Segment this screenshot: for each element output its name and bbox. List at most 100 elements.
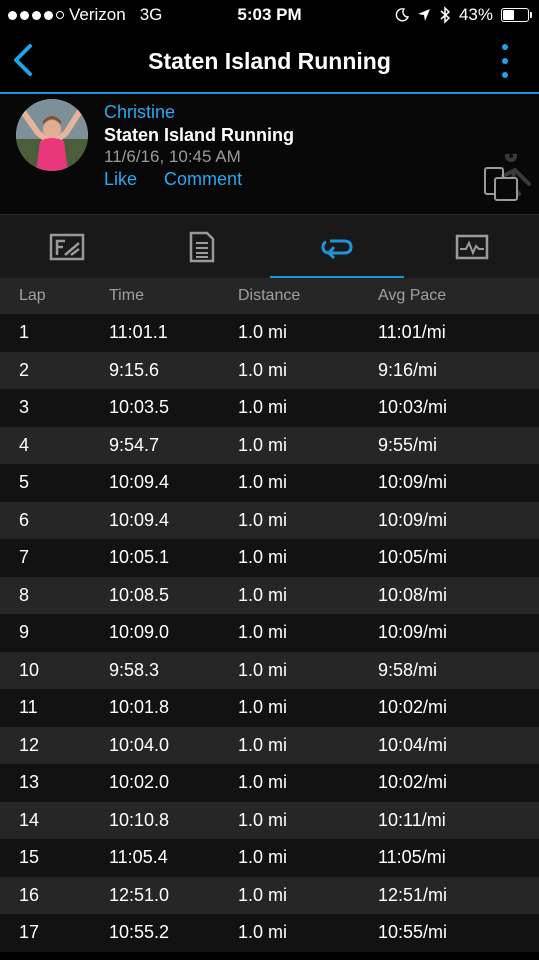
lap-number: 1 [19, 322, 30, 343]
table-row[interactable]: 5 10:09.4 1.0 mi 10:09/mi [0, 464, 539, 502]
header-time[interactable]: Time [109, 287, 144, 305]
lap-number: 16 [19, 884, 40, 905]
battery-percent: 43% [458, 5, 493, 24]
table-header: Lap Time Distance Avg Pace [0, 278, 539, 314]
lap-pace: 10:05/mi [378, 547, 448, 568]
lap-distance: 1.0 mi [238, 434, 288, 455]
tab-charts[interactable] [404, 215, 539, 279]
battery-icon [501, 8, 532, 22]
avatar-photo [16, 99, 88, 171]
lap-distance: 1.0 mi [238, 847, 288, 868]
lap-number: 10 [19, 659, 40, 680]
lap-distance: 1.0 mi [238, 697, 288, 718]
lap-time: 9:15.6 [109, 359, 160, 380]
activity-actions: Like Comment [104, 169, 264, 190]
lap-distance: 1.0 mi [238, 509, 288, 530]
lap-time: 10:10.8 [109, 809, 170, 830]
lap-distance: 1.0 mi [238, 884, 288, 905]
lap-number: 2 [19, 359, 30, 380]
lap-time: 10:08.5 [109, 584, 170, 605]
table-row[interactable]: 17 10:55.2 1.0 mi 10:55/mi [0, 914, 539, 952]
lap-distance: 1.0 mi [238, 322, 288, 343]
activity-date: 11/6/16, 10:45 AM [104, 147, 241, 166]
lap-distance: 1.0 mi [238, 359, 288, 380]
table-row[interactable]: 15 11:05.4 1.0 mi 11:05/mi [0, 839, 539, 877]
lap-time: 10:03.5 [109, 397, 170, 418]
lap-pace: 10:02/mi [378, 697, 448, 718]
header-avg-pace[interactable]: Avg Pace [378, 287, 446, 305]
table-row[interactable]: 11 10:01.8 1.0 mi 10:02/mi [0, 689, 539, 727]
lap-number: 12 [19, 734, 40, 755]
lap-time: 11:01.1 [109, 322, 168, 343]
table-row[interactable]: 3 10:03.5 1.0 mi 10:03/mi [0, 389, 539, 427]
lap-number: 4 [19, 434, 30, 455]
lap-number: 8 [19, 584, 30, 605]
laps-icon [321, 239, 353, 259]
lap-pace: 11:01/mi [378, 322, 446, 343]
table-row[interactable]: 16 12:51.0 1.0 mi 12:51/mi [0, 876, 539, 914]
sync-device-icon[interactable] [481, 154, 531, 206]
lap-pace: 9:58/mi [378, 659, 438, 680]
comment-button[interactable]: Comment [164, 169, 242, 189]
lap-time: 10:05.1 [109, 547, 170, 568]
lap-distance: 1.0 mi [238, 734, 288, 755]
lap-number: 17 [19, 922, 40, 943]
location-arrow-icon [417, 9, 430, 21]
table-row[interactable]: 13 10:02.0 1.0 mi 10:02/mi [0, 764, 539, 802]
tab-laps[interactable] [269, 215, 405, 279]
lap-pace: 10:09/mi [378, 509, 448, 530]
table-row[interactable]: 4 9:54.7 1.0 mi 9:55/mi [0, 426, 539, 464]
status-right: 43% [395, 5, 532, 25]
lap-number: 6 [19, 509, 30, 530]
tab-summary[interactable] [0, 215, 135, 279]
lap-time: 10:09.0 [109, 622, 170, 643]
page-title: Staten Island Running [148, 48, 391, 74]
lap-pace: 12:51/mi [378, 884, 448, 905]
table-row[interactable]: 6 10:09.4 1.0 mi 10:09/mi [0, 501, 539, 539]
lap-number: 11 [19, 697, 38, 718]
lap-pace: 9:16/mi [378, 359, 438, 380]
lap-time: 10:04.0 [109, 734, 170, 755]
table-row[interactable]: 9 10:09.0 1.0 mi 10:09/mi [0, 614, 539, 652]
laps-table: Lap Time Distance Avg Pace 1 11:01.1 1.0 m… [0, 278, 539, 952]
lap-distance: 1.0 mi [238, 547, 288, 568]
more-options-icon[interactable] [501, 44, 509, 78]
table-row[interactable]: 12 10:04.0 1.0 mi 10:04/mi [0, 726, 539, 764]
summary-icon [50, 233, 85, 261]
lap-pace: 9:55/mi [378, 434, 438, 455]
table-body: 1 11:01.1 1.0 mi 11:01/mi 2 9:15.6 1.0 mi 9:16/… [0, 314, 539, 952]
lap-number: 14 [19, 809, 40, 830]
like-button[interactable]: Like [104, 169, 137, 189]
table-row[interactable]: 1 11:01.1 1.0 mi 11:01/mi [0, 314, 539, 352]
lap-distance: 1.0 mi [238, 809, 288, 830]
tab-details[interactable] [135, 215, 270, 279]
lap-number: 7 [19, 547, 30, 568]
lap-time: 10:02.0 [109, 772, 170, 793]
user-name-link[interactable]: Christine [104, 102, 175, 123]
table-row[interactable]: 14 10:10.8 1.0 mi 10:11/mi [0, 801, 539, 839]
avatar[interactable] [16, 99, 88, 171]
nav-bar: Staten Island Running [0, 30, 539, 92]
lap-time: 10:09.4 [109, 509, 170, 530]
lap-time: 9:58.3 [109, 659, 160, 680]
table-row[interactable]: 10 9:58.3 1.0 mi 9:58/mi [0, 651, 539, 689]
lap-pace: 10:02/mi [378, 772, 448, 793]
lap-pace: 10:09/mi [378, 472, 448, 493]
moon-icon [395, 8, 409, 22]
table-row[interactable]: 8 10:08.5 1.0 mi 10:08/mi [0, 576, 539, 614]
lap-pace: 10:08/mi [378, 584, 448, 605]
bluetooth-icon [440, 6, 451, 24]
lap-distance: 1.0 mi [238, 622, 288, 643]
lap-time: 10:55.2 [109, 922, 170, 943]
table-row[interactable]: 7 10:05.1 1.0 mi 10:05/mi [0, 539, 539, 577]
details-icon [189, 231, 215, 263]
lap-time: 9:54.7 [109, 434, 160, 455]
header-distance[interactable]: Distance [238, 287, 300, 305]
table-row[interactable]: 2 9:15.6 1.0 mi 9:16/mi [0, 351, 539, 389]
lap-number: 13 [19, 772, 40, 793]
lap-time: 10:01.8 [109, 697, 170, 718]
lap-pace: 10:55/mi [378, 922, 448, 943]
lap-distance: 1.0 mi [238, 472, 288, 493]
header-lap[interactable]: Lap [19, 287, 46, 305]
lap-pace: 10:11/mi [378, 809, 446, 830]
